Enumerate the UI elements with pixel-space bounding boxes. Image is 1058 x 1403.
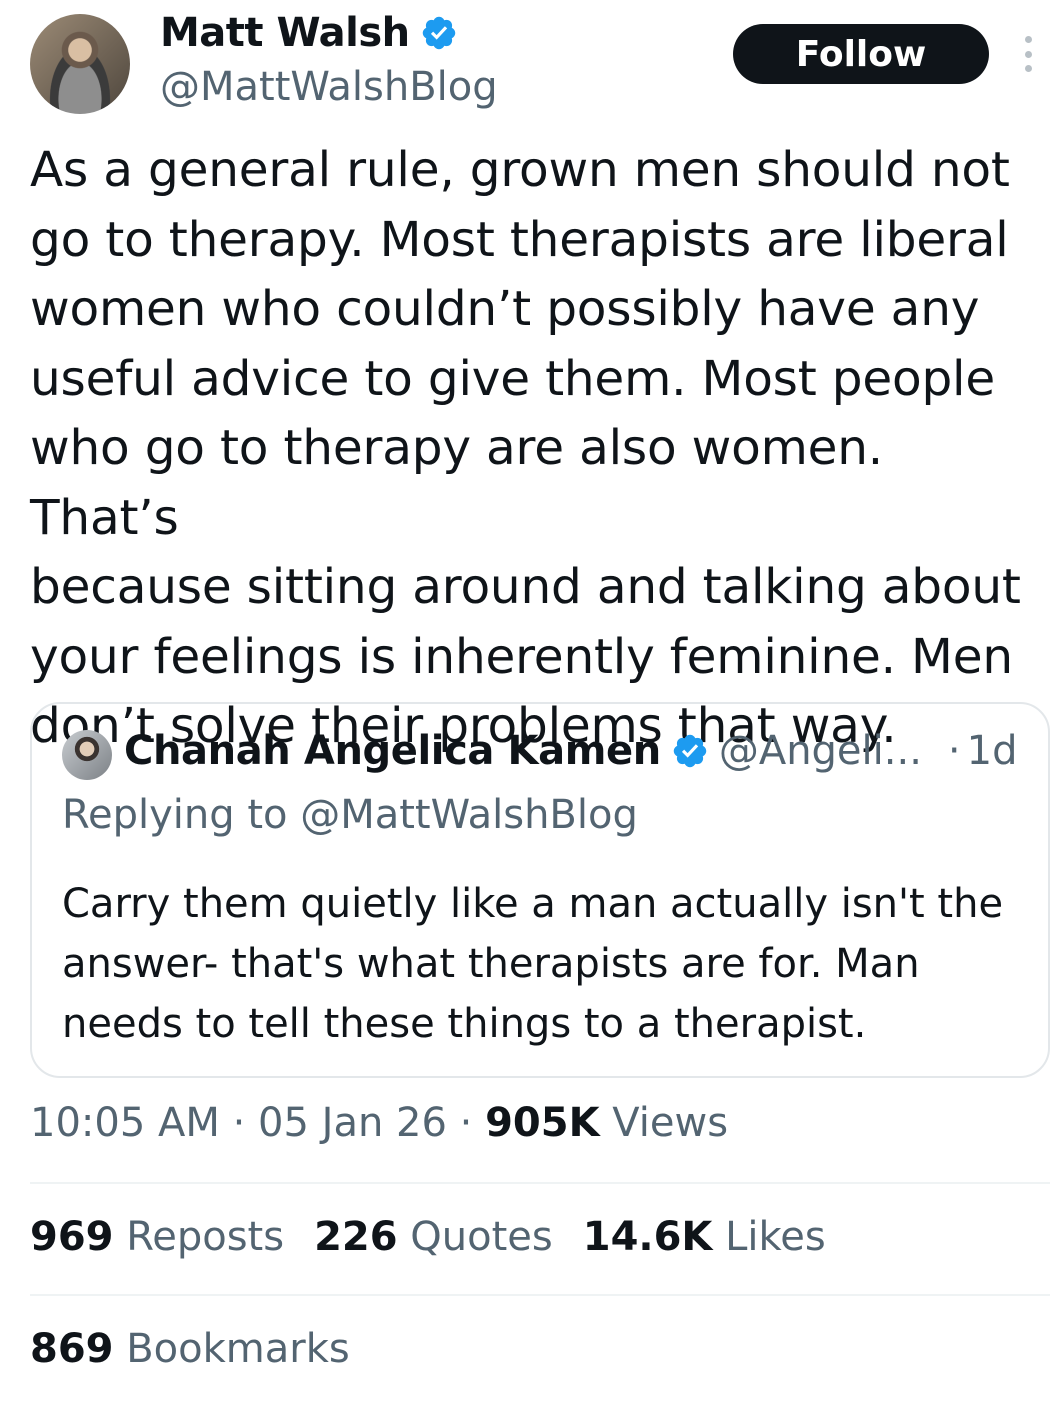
more-dot [1024, 65, 1032, 72]
quotes-count: 226 [314, 1214, 398, 1260]
quotes-label: Quotes [410, 1214, 553, 1260]
bookmarks-stat[interactable]: 869 Bookmarks [30, 1326, 350, 1372]
more-options-icon[interactable] [1018, 36, 1038, 72]
tweet-date[interactable]: 05 Jan 26 [258, 1100, 447, 1146]
quoted-tweet[interactable]: Chanah Angelica Kamen @Angeli... · 1d Re… [30, 702, 1050, 1078]
quotes-stat[interactable]: 226 Quotes [314, 1214, 553, 1260]
quote-text: Carry them quietly like a man actually i… [62, 881, 1004, 1047]
tweet-detail: Matt Walsh @MattWalshBlog Follow As a ge… [0, 0, 1058, 1403]
divider [30, 1294, 1050, 1296]
reposts-stat[interactable]: 969 Reposts [30, 1214, 284, 1260]
follow-button[interactable]: Follow [733, 24, 989, 84]
views-count: 905K [485, 1100, 600, 1146]
verified-badge-icon [422, 16, 455, 50]
more-dot [1024, 36, 1032, 43]
quote-timestamp[interactable]: 1d [967, 728, 1018, 774]
engagement-stats: 969 Reposts 226 Quotes 14.6K Likes [30, 1214, 826, 1260]
reposts-label: Reposts [126, 1214, 285, 1260]
more-dot [1024, 50, 1032, 58]
author-name-row[interactable]: Matt Walsh [160, 10, 458, 56]
quote-separator: · [947, 728, 961, 774]
divider [30, 1182, 1050, 1184]
author-name[interactable]: Matt Walsh [160, 10, 410, 56]
author-avatar[interactable] [30, 14, 130, 114]
reposts-count: 969 [30, 1214, 114, 1260]
likes-count: 14.6K [582, 1214, 713, 1260]
quote-author-handle[interactable]: @Angeli... [719, 728, 922, 774]
likes-label: Likes [725, 1214, 826, 1260]
bookmarks-count: 869 [30, 1326, 114, 1372]
quote-header: Chanah Angelica Kamen @Angeli... · 1d [124, 728, 1024, 774]
bookmarks-label: Bookmarks [126, 1326, 350, 1372]
quote-replying-to[interactable]: Replying to @MattWalshBlog [62, 792, 638, 838]
author-handle[interactable]: @MattWalshBlog [160, 64, 498, 110]
quote-author-name[interactable]: Chanah Angelica Kamen [124, 728, 661, 774]
views-label: Views [612, 1100, 729, 1146]
verified-badge-icon [673, 734, 707, 768]
tweet-meta: 10:05 AM · 05 Jan 26 · 905K Views [30, 1100, 728, 1146]
quote-author-avatar[interactable] [62, 730, 112, 780]
meta-separator: · [232, 1100, 246, 1146]
tweet-text: As a general rule, grown men should not … [30, 142, 1021, 754]
likes-stat[interactable]: 14.6K Likes [583, 1214, 826, 1260]
meta-separator: · [459, 1100, 473, 1146]
tweet-time[interactable]: 10:05 AM [30, 1100, 220, 1146]
